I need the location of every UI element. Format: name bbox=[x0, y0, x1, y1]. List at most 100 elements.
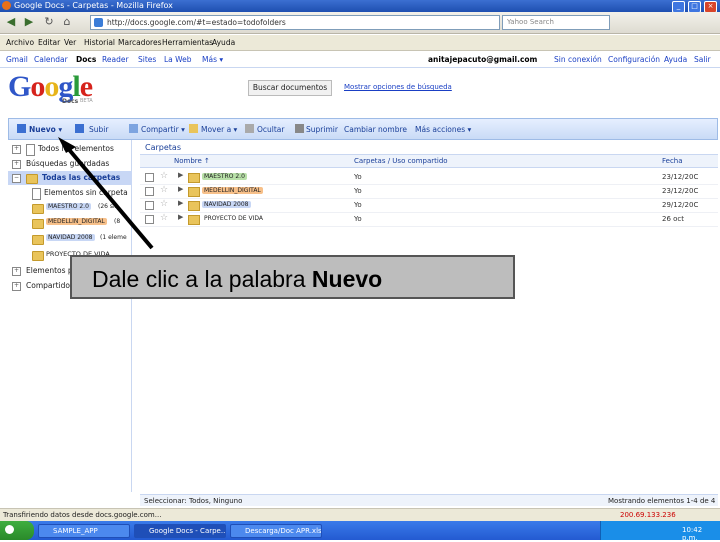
rename-button[interactable]: Cambiar nombre bbox=[344, 125, 407, 134]
row-checkbox[interactable] bbox=[145, 215, 154, 224]
delete-button[interactable]: Suprimir bbox=[306, 125, 338, 134]
hide-button[interactable]: Ocultar bbox=[257, 125, 284, 134]
star-icon[interactable]: ☆ bbox=[160, 198, 168, 210]
folder-icon bbox=[188, 187, 200, 197]
row-checkbox[interactable] bbox=[145, 201, 154, 210]
star-icon[interactable]: ☆ bbox=[160, 212, 168, 224]
expand-arrow-icon[interactable]: ▶ bbox=[178, 213, 183, 221]
callout-bold: Nuevo bbox=[311, 266, 383, 292]
menu-ver[interactable]: Ver bbox=[64, 38, 76, 47]
menu-archivo[interactable]: Archivo bbox=[6, 38, 34, 47]
gbar-link-web[interactable]: La Web bbox=[164, 55, 192, 64]
taskbar-item-google-docs[interactable]: Google Docs - Carpe... bbox=[134, 524, 226, 538]
sidebar-item-all-items[interactable]: + Todos los elementos bbox=[8, 142, 132, 156]
status-bar: Transfiriendo datos desde docs.google.co… bbox=[0, 508, 720, 521]
home-icon[interactable]: ⌂ bbox=[60, 15, 74, 29]
column-name[interactable]: Nombre ↑ bbox=[174, 157, 210, 165]
address-bar[interactable]: http://docs.google.com/#t=estado=todofol… bbox=[90, 15, 500, 30]
document-icon bbox=[32, 188, 41, 200]
row-checkbox[interactable] bbox=[145, 173, 154, 182]
expand-icon[interactable]: + bbox=[12, 267, 21, 276]
folder-icon bbox=[32, 235, 44, 245]
gbar-link-settings[interactable]: Configuración bbox=[608, 55, 660, 64]
url-text: http://docs.google.com/#t=estado=todofol… bbox=[107, 18, 286, 27]
search-input[interactable]: Yahoo Search bbox=[502, 15, 610, 30]
sidebar-label: Elementos sin carpeta bbox=[44, 188, 128, 197]
folder-name[interactable]: MAESTRO 2.0 bbox=[202, 173, 247, 180]
column-date[interactable]: Fecha bbox=[662, 157, 683, 165]
gbar-link-sites[interactable]: Sites bbox=[138, 55, 156, 64]
table-row[interactable]: ☆ ▶ MEDELLIN_DIGITAL Yo 23/12/20C bbox=[140, 184, 718, 199]
gbar-link-more[interactable]: Más ▾ bbox=[202, 55, 223, 64]
sidebar-item-maestro[interactable]: MAESTRO 2.0 (26 sin bbox=[8, 201, 132, 215]
gbar-link-offline[interactable]: Sin conexión bbox=[554, 55, 602, 64]
callout-prefix: Dale clic a la palabra bbox=[92, 266, 312, 292]
menu-historial[interactable]: Historial bbox=[84, 38, 115, 47]
gbar-link-reader[interactable]: Reader bbox=[102, 55, 129, 64]
start-button[interactable] bbox=[0, 521, 34, 540]
account-email: anitajepacuto@gmail.com bbox=[428, 55, 538, 64]
trash-icon bbox=[295, 124, 304, 133]
taskbar-item-sample[interactable]: SAMPLE_APP bbox=[38, 524, 130, 538]
taskbar-item-download[interactable]: Descarga/Doc APR.xls bbox=[230, 524, 322, 538]
reload-icon[interactable]: ↻ bbox=[42, 15, 56, 29]
move-to-button[interactable]: Mover a ▾ bbox=[201, 125, 237, 134]
sidebar-item-saved-searches[interactable]: + Búsquedas guardadas bbox=[8, 157, 132, 171]
windows-icon bbox=[5, 525, 14, 534]
folder-name[interactable]: MEDELLIN_DIGITAL bbox=[202, 187, 263, 194]
firefox-icon bbox=[2, 1, 11, 10]
expand-arrow-icon[interactable]: ▶ bbox=[178, 171, 183, 179]
sidebar-item-all-folders[interactable]: − Todas las carpetas bbox=[8, 171, 132, 185]
actions-toolbar: Nuevo ▾ Subir Compartir ▾ Mover a ▾ Ocul… bbox=[8, 118, 718, 140]
more-actions-button[interactable]: Más acciones ▾ bbox=[415, 125, 471, 134]
folder-date: 23/12/20C bbox=[662, 173, 699, 181]
expand-icon[interactable]: + bbox=[12, 160, 21, 169]
gbar-link-gmail[interactable]: Gmail bbox=[6, 55, 28, 64]
folder-icon bbox=[32, 219, 44, 229]
new-button[interactable]: Nuevo ▾ bbox=[29, 125, 62, 134]
expand-arrow-icon[interactable]: ▶ bbox=[178, 185, 183, 193]
collapse-icon[interactable]: − bbox=[12, 174, 21, 183]
search-options-link[interactable]: Mostrar opciones de búsqueda bbox=[344, 83, 452, 91]
gbar-link-calendar[interactable]: Calendar bbox=[34, 55, 68, 64]
menu-editar[interactable]: Editar bbox=[38, 38, 60, 47]
search-docs-button[interactable]: Buscar documentos bbox=[248, 80, 332, 96]
table-row[interactable]: ☆ ▶ NAVIDAD 2008 Yo 29/12/20C bbox=[140, 198, 718, 213]
sidebar-item-navidad[interactable]: NAVIDAD 2008 (1 eleme bbox=[8, 232, 132, 246]
upload-icon bbox=[75, 124, 84, 133]
table-row[interactable]: ☆ ▶ PROYECTO DE VIDA Yo 26 oct bbox=[140, 212, 718, 227]
star-icon[interactable]: ☆ bbox=[160, 184, 168, 196]
folder-name[interactable]: PROYECTO DE VIDA bbox=[202, 215, 265, 222]
gbar-link-signout[interactable]: Salir bbox=[694, 55, 711, 64]
folder-share: Yo bbox=[354, 173, 362, 181]
star-icon[interactable]: ☆ bbox=[160, 170, 168, 182]
expand-arrow-icon[interactable]: ▶ bbox=[178, 199, 183, 207]
expand-icon[interactable]: + bbox=[12, 282, 21, 291]
sidebar-count: (1 eleme bbox=[100, 234, 127, 241]
status-ip: 200.69.133.236 bbox=[620, 511, 676, 519]
select-links[interactable]: Seleccionar: Todos, Ninguno bbox=[144, 497, 242, 505]
column-folders[interactable]: Carpetas / Uso compartido bbox=[354, 157, 448, 165]
menu-marcadores[interactable]: Marcadores bbox=[118, 38, 162, 47]
sidebar-item-medellin[interactable]: MEDELLIN_DIGITAL (8 bbox=[8, 216, 132, 230]
window-title: Google Docs - Carpetas - Mozilla Firefox bbox=[14, 1, 173, 10]
gbar-link-help[interactable]: Ayuda bbox=[664, 55, 687, 64]
folder-icon bbox=[32, 251, 44, 261]
forward-icon[interactable]: ▶ bbox=[22, 15, 36, 29]
back-icon[interactable]: ◀ bbox=[4, 15, 18, 29]
upload-button[interactable]: Subir bbox=[89, 125, 108, 134]
menu-herramientas[interactable]: Herramientas bbox=[162, 38, 213, 47]
menu-ayuda[interactable]: Ayuda bbox=[212, 38, 235, 47]
row-checkbox[interactable] bbox=[145, 187, 154, 196]
folder-icon bbox=[32, 204, 44, 214]
folder-share: Yo bbox=[354, 215, 362, 223]
sidebar-item-unfiled[interactable]: Elementos sin carpeta bbox=[8, 186, 132, 200]
sidebar-label: MAESTRO 2.0 bbox=[46, 203, 91, 210]
google-bar: Gmail Calendar Docs Reader Sites La Web … bbox=[0, 52, 720, 68]
gbar-link-docs[interactable]: Docs bbox=[76, 55, 96, 64]
table-row[interactable]: ☆ ▶ MAESTRO 2.0 Yo 23/12/20C bbox=[140, 170, 718, 185]
folder-name[interactable]: NAVIDAD 2008 bbox=[202, 201, 251, 208]
share-button[interactable]: Compartir ▾ bbox=[141, 125, 185, 134]
expand-icon[interactable]: + bbox=[12, 145, 21, 154]
hide-icon bbox=[245, 124, 254, 133]
